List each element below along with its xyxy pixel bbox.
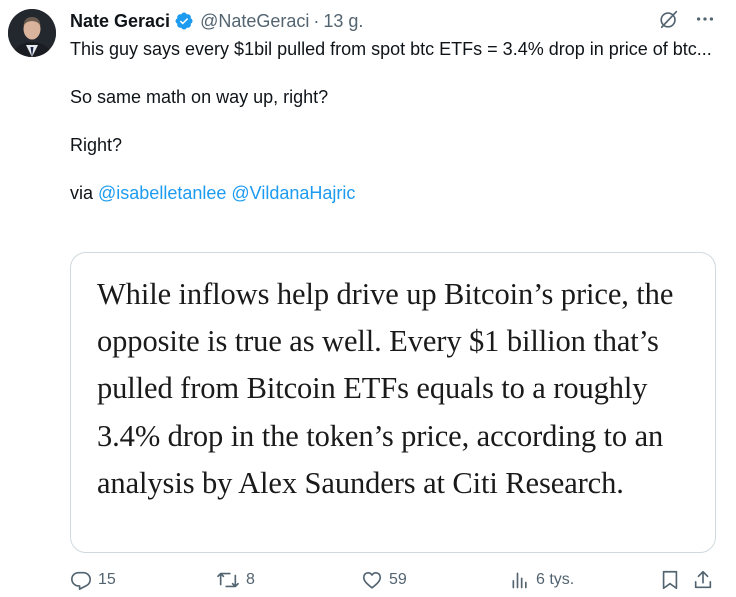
views-button[interactable]: 6 tys. [510,566,574,594]
views-count: 6 tys. [536,571,575,588]
repost-button[interactable]: 8 [216,566,255,594]
grok-icon[interactable] [658,8,680,35]
share-icon [692,569,714,591]
like-button[interactable]: 59 [361,566,407,594]
author-display-name[interactable]: Nate Geraci [70,11,170,32]
repost-icon [216,569,240,591]
via-prefix: via [70,183,99,203]
tweet-timestamp[interactable]: 13 g. [323,11,363,32]
header-actions [658,8,716,35]
mention-isabelletanlee[interactable]: @isabelletanlee [98,183,226,203]
more-icon[interactable] [694,8,716,35]
avatar-image [8,9,56,57]
reply-button[interactable]: 15 [70,566,116,594]
attached-image-text: While inflows help drive up Bitcoin’s pr… [97,277,674,500]
like-icon [361,569,383,591]
reply-count: 15 [98,571,116,588]
share-button[interactable] [692,566,714,594]
views-icon [510,570,530,590]
verified-badge-icon [174,11,194,31]
like-count: 59 [389,571,407,588]
separator-dot: · [313,10,320,31]
attached-image-card[interactable]: While inflows help drive up Bitcoin’s pr… [70,252,716,553]
bookmark-icon [659,569,681,591]
tweet-text: This guy says every $1bil pulled from sp… [70,37,720,205]
tweet-paragraph-2: So same math on way up, right? [70,87,329,107]
action-bar: 15 8 59 6 tys. [70,566,720,594]
author-handle[interactable]: @NateGeraci [200,11,309,32]
bookmark-button[interactable] [659,566,681,594]
tweet-paragraph-1: This guy says every $1bil pulled from sp… [70,39,712,59]
tweet-paragraph-3: Right? [70,135,123,155]
mention-vildanahajric[interactable]: @VildanaHajric [231,183,355,203]
repost-count: 8 [246,571,255,588]
tweet-header: Nate Geraci @NateGeraci · 13 g. [70,8,716,34]
tweet-via-line: via @isabelletanlee @VildanaHajric [70,181,720,205]
avatar[interactable] [8,9,56,57]
reply-icon [70,569,92,591]
